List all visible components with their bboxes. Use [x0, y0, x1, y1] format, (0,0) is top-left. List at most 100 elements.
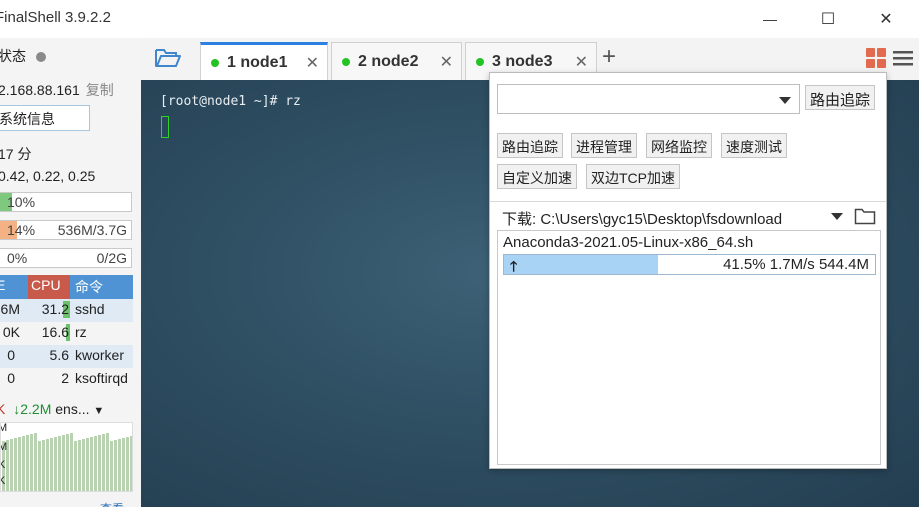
tool-speed-test-button[interactable]: 速度测试: [721, 133, 787, 158]
process-table: E CPU 命令 6M 31.2 sshd 0K 16.6 rz 0 5.6 k…: [0, 275, 133, 391]
transfer-list: Anaconda3-2021.05-Linux-x86_64.sh 🡑 41.5…: [497, 230, 881, 465]
process-cpu: 2: [61, 370, 69, 386]
network-graph-bar: [74, 441, 77, 491]
tab-label: 2 node2: [358, 52, 419, 70]
download-speed: 2.2M: [20, 401, 52, 417]
ip-row: 2.168.88.161 复制: [0, 80, 114, 100]
network-graph: M M K K: [0, 422, 133, 492]
maximize-button[interactable]: ☐: [813, 6, 843, 32]
network-graph-bar: [46, 439, 49, 491]
network-graph-bar: [130, 436, 132, 491]
ip-address: 2.168.88.161: [0, 82, 80, 98]
process-command: rz: [75, 324, 87, 340]
network-interface[interactable]: ens...: [55, 401, 89, 417]
new-tab-plus-icon[interactable]: +: [602, 43, 616, 71]
process-row[interactable]: 0 5.6 kworker: [0, 345, 133, 368]
network-graph-bar: [82, 439, 85, 491]
network-graph-bar: [78, 440, 81, 491]
network-graph-bar: [86, 438, 89, 491]
tool-route-trace-button[interactable]: 路由追踪: [497, 133, 563, 158]
custom-acceleration-button[interactable]: 自定义加速: [497, 164, 577, 189]
process-mem: 0K: [2, 324, 20, 340]
tab-close-icon[interactable]: ✕: [440, 52, 453, 72]
chevron-down-icon[interactable]: [779, 97, 791, 104]
network-graph-bar: [18, 437, 21, 491]
close-button[interactable]: ✕: [871, 6, 901, 32]
network-graph-bar: [38, 441, 41, 491]
tool-process-manager-button[interactable]: 进程管理: [571, 133, 637, 158]
tab-node1[interactable]: 1 node1 ✕: [200, 42, 328, 80]
network-graph-bar: [106, 433, 109, 491]
status-row: 状态: [0, 46, 46, 66]
interface-dropdown-icon[interactable]: ▼: [93, 405, 104, 417]
process-command: sshd: [75, 301, 105, 317]
route-trace-button[interactable]: 路由追踪: [805, 85, 876, 110]
process-cpu: 16.6: [41, 324, 69, 340]
transfer-status: 41.5% 1.7M/s 544.4M: [723, 256, 869, 273]
tab-label: 3 node3: [492, 52, 553, 70]
network-graph-bar: [26, 435, 29, 491]
copy-ip-button[interactable]: 复制: [86, 82, 114, 98]
column-header-command[interactable]: 命令: [75, 277, 103, 297]
bilateral-tcp-acceleration-button[interactable]: 双边TCP加速: [586, 164, 680, 189]
tab-close-icon[interactable]: ✕: [306, 53, 319, 73]
open-download-folder-icon[interactable]: [854, 207, 876, 225]
process-row[interactable]: 6M 31.2 sshd: [0, 299, 133, 322]
layout-grid-icon[interactable]: [866, 48, 886, 68]
network-graph-bar: [42, 440, 45, 491]
memory-usage-bar: 14% 536M/3.7G: [0, 220, 132, 240]
open-folder-icon[interactable]: [154, 47, 182, 69]
column-header-cpu[interactable]: CPU: [28, 275, 70, 299]
uptime: 17 分: [0, 146, 32, 162]
menu-icon[interactable]: [892, 48, 914, 68]
network-row: K ↓2.2M ens... ▼: [0, 401, 104, 417]
minimize-button[interactable]: —: [755, 6, 785, 32]
tool-network-monitor-button[interactable]: 网络监控: [646, 133, 712, 158]
view-link[interactable]: 查看: [100, 500, 124, 507]
graph-label: K: [1, 475, 5, 487]
column-header-mem[interactable]: E: [0, 277, 5, 293]
network-graph-bar: [14, 438, 17, 491]
process-row[interactable]: 0 2 ksoftirqd: [0, 368, 133, 391]
window-title: FinalShell 3.9.2.2: [0, 9, 111, 26]
graph-label: M: [1, 441, 7, 453]
tab-node2[interactable]: 2 node2 ✕: [331, 42, 462, 80]
network-graph-bar: [22, 436, 25, 491]
memory-usage-detail: 536M/3.7G: [57, 222, 127, 238]
process-command: ksoftirqd: [75, 370, 128, 386]
cpu-usage-label: 10%: [7, 194, 36, 210]
network-graph-bar: [70, 433, 73, 491]
load-average: 0.42, 0.22, 0.25: [0, 168, 96, 184]
tab-close-icon[interactable]: ✕: [575, 52, 588, 72]
network-graph-bar: [58, 436, 61, 491]
process-mem: 6M: [0, 301, 20, 317]
swap-usage-bar: 0% 0/2G: [0, 248, 132, 268]
network-graph-bar: [118, 439, 121, 491]
download-path: 下载: C:\Users\gyc15\Desktop\fsdownload: [502, 211, 783, 228]
memory-usage-label: 14%: [7, 222, 36, 238]
network-graph-chart: [2, 433, 132, 491]
network-graph-bar: [62, 435, 65, 491]
swap-usage-label: 0%: [7, 250, 28, 266]
process-mem: 0: [7, 370, 15, 386]
finalshell-window: FinalShell 3.9.2.2 — ☐ ✕ 状态 2.168.88.161…: [0, 0, 919, 507]
sidebar: 状态 2.168.88.161 复制 系统信息 17 分 0.42, 0.22, …: [0, 38, 140, 507]
connected-dot-icon: [211, 58, 219, 67]
network-graph-bar: [110, 441, 113, 491]
download-path-dropdown-icon[interactable]: [831, 213, 843, 220]
process-table-header: E CPU 命令: [0, 275, 133, 299]
network-graph-bar: [94, 436, 97, 491]
trace-target-combo[interactable]: [497, 84, 800, 114]
connected-dot-icon: [342, 57, 350, 66]
cpu-usage-bar: 10%: [0, 192, 132, 212]
tab-label: 1 node1: [227, 53, 288, 71]
process-cpu: 31.2: [41, 301, 69, 317]
system-info-button[interactable]: 系统信息: [0, 105, 90, 131]
swap-usage-detail: 0/2G: [96, 250, 127, 266]
process-command: kworker: [75, 347, 125, 363]
network-graph-bar: [98, 435, 101, 491]
network-graph-bar: [90, 437, 93, 491]
network-graph-bar: [54, 437, 57, 491]
process-row[interactable]: 0K 16.6 rz: [0, 322, 133, 345]
network-graph-bar: [30, 434, 33, 491]
